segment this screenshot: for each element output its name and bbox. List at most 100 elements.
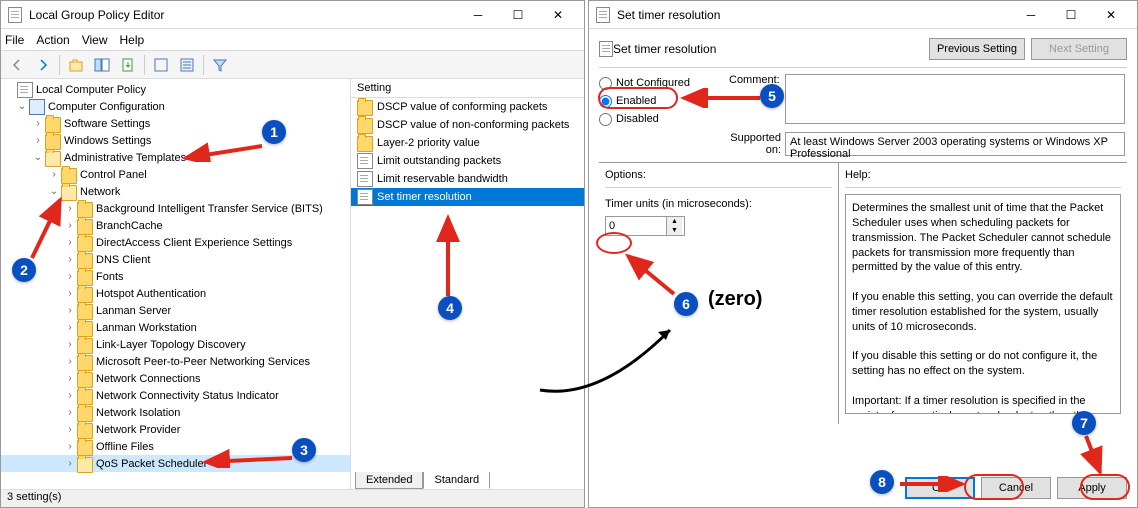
- folder-icon: [357, 136, 373, 152]
- export-button[interactable]: [116, 54, 140, 76]
- tab-standard[interactable]: Standard: [423, 472, 490, 489]
- setting-icon: [357, 189, 373, 205]
- status-bar: 3 setting(s): [1, 489, 584, 507]
- list-tabs: Extended Standard: [355, 472, 490, 489]
- folder-icon: [77, 321, 93, 337]
- tree-hotspot-authentication[interactable]: ›Hotspot Authentication: [1, 285, 350, 302]
- dialog-maximize-button[interactable]: ☐: [1051, 2, 1091, 28]
- setting-row[interactable]: Set timer resolution: [351, 188, 584, 206]
- setting-row[interactable]: Layer-2 priority value: [351, 134, 584, 152]
- dialog-title: Set timer resolution: [617, 8, 1011, 22]
- radio-disabled[interactable]: Disabled: [599, 110, 729, 128]
- dialog-titlebar: Set timer resolution ─ ☐ ✕: [589, 1, 1137, 29]
- ok-button[interactable]: OK: [905, 477, 975, 499]
- up-button[interactable]: [64, 54, 88, 76]
- setting-icon: [357, 171, 373, 187]
- folder-icon: [357, 118, 373, 134]
- folder-icon: [77, 236, 93, 252]
- menu-help[interactable]: Help: [120, 33, 145, 47]
- settings-list[interactable]: Setting DSCP value of conforming packets…: [351, 79, 584, 489]
- titlebar: Local Group Policy Editor ─ ☐ ✕: [1, 1, 584, 29]
- tree-root[interactable]: Local Computer Policy: [1, 81, 350, 98]
- supported-label: Supported on:: [729, 132, 785, 156]
- timer-units-label: Timer units (in microseconds):: [605, 198, 832, 210]
- folder-open-icon: [61, 185, 77, 201]
- policy-header-icon: [599, 41, 613, 57]
- tree-directaccess-client-experience-settings[interactable]: ›DirectAccess Client Experience Settings: [1, 234, 350, 251]
- folder-icon: [45, 134, 61, 150]
- maximize-button[interactable]: ☐: [498, 2, 538, 28]
- tree-software-settings[interactable]: ›Software Settings: [1, 115, 350, 132]
- window-title: Local Group Policy Editor: [29, 8, 458, 22]
- folder-icon: [61, 168, 77, 184]
- tree-control-panel[interactable]: ›Control Panel: [1, 166, 350, 183]
- help-text: Determines the smallest unit of time tha…: [845, 194, 1121, 414]
- tree-network[interactable]: ⌄Network: [1, 183, 350, 200]
- close-button[interactable]: ✕: [538, 2, 578, 28]
- tree-network-connections[interactable]: ›Network Connections: [1, 370, 350, 387]
- timer-units-input[interactable]: [606, 220, 666, 232]
- tree-network-isolation[interactable]: ›Network Isolation: [1, 404, 350, 421]
- tree-lanman-server[interactable]: ›Lanman Server: [1, 302, 350, 319]
- spin-down-icon[interactable]: ▼: [667, 226, 682, 235]
- annotation-5: 5: [760, 84, 784, 108]
- minimize-button[interactable]: ─: [458, 2, 498, 28]
- back-button[interactable]: [5, 54, 29, 76]
- filter-button[interactable]: [208, 54, 232, 76]
- setting-row[interactable]: Limit outstanding packets: [351, 152, 584, 170]
- supported-on-text: At least Windows Server 2003 operating s…: [785, 132, 1125, 156]
- show-hide-tree-button[interactable]: [90, 54, 114, 76]
- tab-extended[interactable]: Extended: [355, 472, 423, 489]
- policy-tree[interactable]: Local Computer Policy ⌄Computer Configur…: [1, 79, 351, 489]
- setting-row[interactable]: DSCP value of non-conforming packets: [351, 116, 584, 134]
- annotation-1: 1: [262, 120, 286, 144]
- folder-icon: [77, 423, 93, 439]
- tree-branchcache[interactable]: ›BranchCache: [1, 217, 350, 234]
- annotation-2: 2: [12, 258, 36, 282]
- menu-file[interactable]: File: [5, 33, 24, 47]
- tree-administrative-templates[interactable]: ⌄Administrative Templates: [1, 149, 350, 166]
- tree-dns-client[interactable]: ›DNS Client: [1, 251, 350, 268]
- folder-icon: [77, 253, 93, 269]
- comment-field[interactable]: [785, 74, 1125, 124]
- folder-icon: [77, 389, 93, 405]
- list-header[interactable]: Setting: [351, 79, 584, 98]
- app-icon: [7, 7, 23, 23]
- tree-lanman-workstation[interactable]: ›Lanman Workstation: [1, 319, 350, 336]
- annotation-3: 3: [292, 438, 316, 462]
- properties-button[interactable]: [175, 54, 199, 76]
- tree-network-connectivity-status-indicator[interactable]: ›Network Connectivity Status Indicator: [1, 387, 350, 404]
- folder-icon: [77, 202, 93, 218]
- tree-background-intelligent-transfer-service-bits-[interactable]: ›Background Intelligent Transfer Service…: [1, 200, 350, 217]
- setting-row[interactable]: DSCP value of conforming packets: [351, 98, 584, 116]
- tree-windows-settings[interactable]: ›Windows Settings: [1, 132, 350, 149]
- refresh-button[interactable]: [149, 54, 173, 76]
- forward-button[interactable]: [31, 54, 55, 76]
- spin-up-icon[interactable]: ▲: [667, 217, 682, 226]
- next-setting-button[interactable]: Next Setting: [1031, 38, 1127, 60]
- previous-setting-button[interactable]: Previous Setting: [929, 38, 1025, 60]
- folder-icon: [77, 338, 93, 354]
- gpedit-window: Local Group Policy Editor ─ ☐ ✕ File Act…: [0, 0, 585, 508]
- menu-action[interactable]: Action: [36, 33, 69, 47]
- cancel-button[interactable]: Cancel: [981, 477, 1051, 499]
- annotation-zero-text: (zero): [708, 288, 762, 311]
- policy-name-header: Set timer resolution: [613, 42, 923, 56]
- menu-view[interactable]: View: [82, 33, 108, 47]
- dialog-minimize-button[interactable]: ─: [1011, 2, 1051, 28]
- tree-computer-configuration[interactable]: ⌄Computer Configuration: [1, 98, 350, 115]
- tree-network-provider[interactable]: ›Network Provider: [1, 421, 350, 438]
- tree-fonts[interactable]: ›Fonts: [1, 268, 350, 285]
- setting-icon: [357, 153, 373, 169]
- radio-enabled[interactable]: Enabled: [599, 92, 729, 110]
- tree-link-layer-topology-discovery[interactable]: ›Link-Layer Topology Discovery: [1, 336, 350, 353]
- timer-units-spinner[interactable]: ▲▼: [605, 216, 685, 236]
- timer-resolution-dialog: Set timer resolution ─ ☐ ✕ Set timer res…: [588, 0, 1138, 508]
- dialog-close-button[interactable]: ✕: [1091, 2, 1131, 28]
- dialog-icon: [595, 7, 611, 23]
- radio-not-configured[interactable]: Not Configured: [599, 74, 729, 92]
- tree-microsoft-peer-to-peer-networking-services[interactable]: ›Microsoft Peer-to-Peer Networking Servi…: [1, 353, 350, 370]
- apply-button[interactable]: Apply: [1057, 477, 1127, 499]
- setting-row[interactable]: Limit reservable bandwidth: [351, 170, 584, 188]
- folder-icon: [45, 117, 61, 133]
